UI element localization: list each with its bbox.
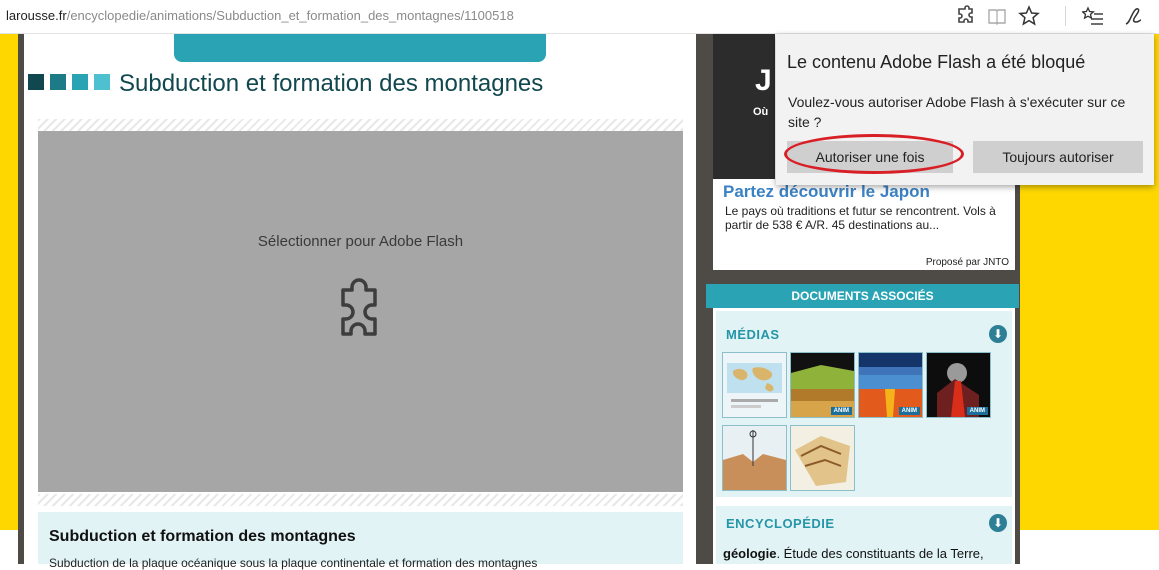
media-thumbnail-animation-3[interactable]: ANIM xyxy=(926,352,991,418)
hatch-divider-bottom xyxy=(38,494,683,506)
ad-image-letter: J xyxy=(755,64,772,97)
related-documents-panel: MÉDIAS ⬇ ANIM ANIM ANIM ENCYCLOPÉDIE ⬇ g… xyxy=(713,308,1015,564)
encyclopedia-label: ENCYCLOPÉDIE xyxy=(726,516,835,531)
title-square-dark xyxy=(28,74,44,90)
toolbar-divider xyxy=(1065,6,1066,26)
related-documents-label: DOCUMENTS ASSOCIÉS xyxy=(791,289,934,303)
media-thumbnail-diagram-1[interactable] xyxy=(722,425,787,491)
encyclopedia-section: ENCYCLOPÉDIE ⬇ géologie. Étude des const… xyxy=(716,506,1012,564)
anim-badge: ANIM xyxy=(830,407,852,415)
favorite-star-icon[interactable] xyxy=(1018,5,1040,27)
always-allow-button[interactable]: Toujours autoriser xyxy=(973,141,1143,173)
ad-credit: Proposé par JNTO xyxy=(925,257,1009,268)
address-bar[interactable]: larousse.fr/encyclopedie/animations/Subd… xyxy=(0,0,1159,34)
web-note-pen-icon[interactable] xyxy=(1122,5,1144,27)
header-tab xyxy=(174,34,546,62)
title-square-light xyxy=(94,74,110,90)
flash-placeholder-label: Sélectionner pour Adobe Flash xyxy=(257,233,464,250)
page-background-left xyxy=(0,34,18,530)
summary-title: Subduction et formation des montagnes xyxy=(49,528,356,545)
hatch-divider-top xyxy=(38,119,683,131)
ad-title-link[interactable]: Partez découvrir le Japon xyxy=(723,182,930,202)
medias-section: MÉDIAS ⬇ ANIM ANIM ANIM xyxy=(716,311,1012,497)
page-title: Subduction et formation des montagnes xyxy=(119,70,544,97)
encyclopedia-term[interactable]: géologie xyxy=(723,546,776,561)
puzzle-icon[interactable] xyxy=(954,5,976,27)
medias-label: MÉDIAS xyxy=(726,327,780,342)
dialog-message: Voulez-vous autoriser Adobe Flash à s'ex… xyxy=(788,94,1126,130)
anim-badge: ANIM xyxy=(898,407,920,415)
related-documents-header: DOCUMENTS ASSOCIÉS xyxy=(706,284,1019,308)
encyclopedia-entry[interactable]: géologie. Étude des constituants de la T… xyxy=(723,546,984,561)
encyclopedia-download-icon[interactable]: ⬇ xyxy=(989,514,1007,532)
anim-badge: ANIM xyxy=(966,407,988,415)
ad-text: Le pays où traditions et futur se rencon… xyxy=(725,204,996,232)
flash-blocked-dialog: Le contenu Adobe Flash a été bloqué Voul… xyxy=(776,34,1154,185)
allow-once-button[interactable]: Autoriser une fois xyxy=(787,141,953,173)
url-text[interactable]: larousse.fr/encyclopedie/animations/Subd… xyxy=(6,8,514,23)
summary-box: Subduction et formation des montagnes Su… xyxy=(38,512,683,570)
plugin-puzzle-icon[interactable] xyxy=(329,276,389,346)
medias-download-icon[interactable]: ⬇ xyxy=(989,325,1007,343)
summary-text: Subduction de la plaque océanique sous l… xyxy=(49,556,538,570)
encyclopedia-definition: . Étude des constituants de la Terre, xyxy=(776,546,984,561)
media-thumbnail-animation-1[interactable]: ANIM xyxy=(790,352,855,418)
flash-placeholder[interactable]: Sélectionner pour Adobe Flash xyxy=(38,131,683,492)
title-square-teal xyxy=(72,74,88,90)
page-background-bottom xyxy=(0,530,18,564)
media-thumbnail-animation-2[interactable]: ANIM xyxy=(858,352,923,418)
hub-icon[interactable] xyxy=(1081,5,1104,27)
media-thumbnail-world-map[interactable] xyxy=(722,352,787,418)
media-thumbnail-diagram-2[interactable] xyxy=(790,425,855,491)
ad-image[interactable]: J Où xyxy=(713,34,775,179)
ad-image-text: Où xyxy=(753,106,769,118)
reading-view-icon[interactable] xyxy=(986,5,1008,27)
dialog-title: Le contenu Adobe Flash a été bloqué xyxy=(787,52,1086,72)
title-square-medium xyxy=(50,74,66,90)
